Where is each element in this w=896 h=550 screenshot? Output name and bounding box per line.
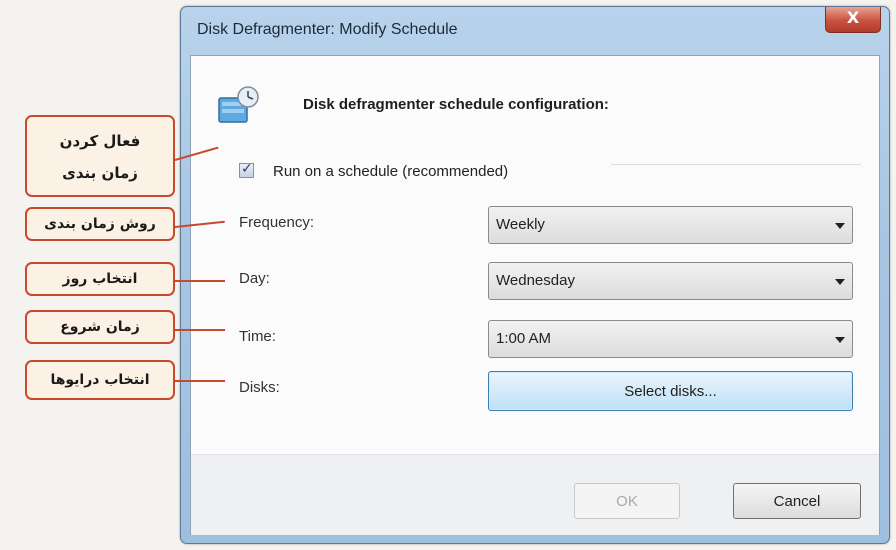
day-dropdown[interactable]: Wednesday xyxy=(488,262,853,300)
callout-disks-text: انتخاب درایوها xyxy=(50,372,150,388)
callout-enable-line1: فعال کردن xyxy=(59,132,141,150)
dialog-content: Disk defragmenter schedule configuration… xyxy=(190,55,880,535)
callout-frequency-text: روش زمان بندی xyxy=(44,216,156,232)
close-icon: X xyxy=(846,8,860,27)
defrag-schedule-icon xyxy=(218,86,259,123)
callout-time-text: زمان شروع xyxy=(60,319,140,335)
run-on-schedule-label[interactable]: Run on a schedule (recommended) xyxy=(273,163,508,180)
time-dropdown[interactable]: 1:00 AM xyxy=(488,320,853,358)
close-button[interactable]: X xyxy=(825,7,881,33)
chevron-down-icon xyxy=(835,223,845,229)
frequency-label: Frequency: xyxy=(239,214,315,231)
day-label: Day: xyxy=(239,270,270,287)
check-icon: ✓ xyxy=(241,161,253,177)
callout-time: زمان شروع xyxy=(25,310,175,344)
callout-day: انتخاب روز xyxy=(25,262,175,296)
ok-button[interactable]: OK xyxy=(574,483,680,519)
callout-disks: انتخاب درایوها xyxy=(25,360,175,400)
callout-day-text: انتخاب روز xyxy=(62,271,138,287)
day-value: Wednesday xyxy=(496,272,575,289)
disks-label: Disks: xyxy=(239,379,280,396)
ok-label: OK xyxy=(616,493,638,510)
select-disks-button[interactable]: Select disks... xyxy=(488,371,853,411)
title-bar[interactable]: Disk Defragmenter: Modify Schedule X xyxy=(181,7,889,57)
chevron-down-icon xyxy=(835,337,845,343)
leader-line xyxy=(175,329,225,331)
divider xyxy=(611,164,861,165)
callout-enable-schedule: فعال کردن زمان بندی xyxy=(25,115,175,197)
frequency-value: Weekly xyxy=(496,216,545,233)
leader-line xyxy=(175,280,225,282)
page-title: Disk defragmenter schedule configuration… xyxy=(303,96,609,113)
time-label: Time: xyxy=(239,328,276,345)
run-on-schedule-checkbox[interactable]: ✓ xyxy=(239,161,254,178)
leader-line xyxy=(175,380,225,382)
time-value: 1:00 AM xyxy=(496,330,552,347)
chevron-down-icon xyxy=(835,279,845,285)
cancel-button[interactable]: Cancel xyxy=(733,483,861,519)
select-disks-label: Select disks... xyxy=(624,383,717,400)
frequency-dropdown[interactable]: Weekly xyxy=(488,206,853,244)
window-title: Disk Defragmenter: Modify Schedule xyxy=(197,21,458,38)
cancel-label: Cancel xyxy=(773,493,821,510)
callout-frequency: روش زمان بندی xyxy=(25,207,175,241)
callout-enable-line2: زمان بندی xyxy=(62,164,138,182)
dialog-window: Disk Defragmenter: Modify Schedule X Dis… xyxy=(180,6,890,544)
